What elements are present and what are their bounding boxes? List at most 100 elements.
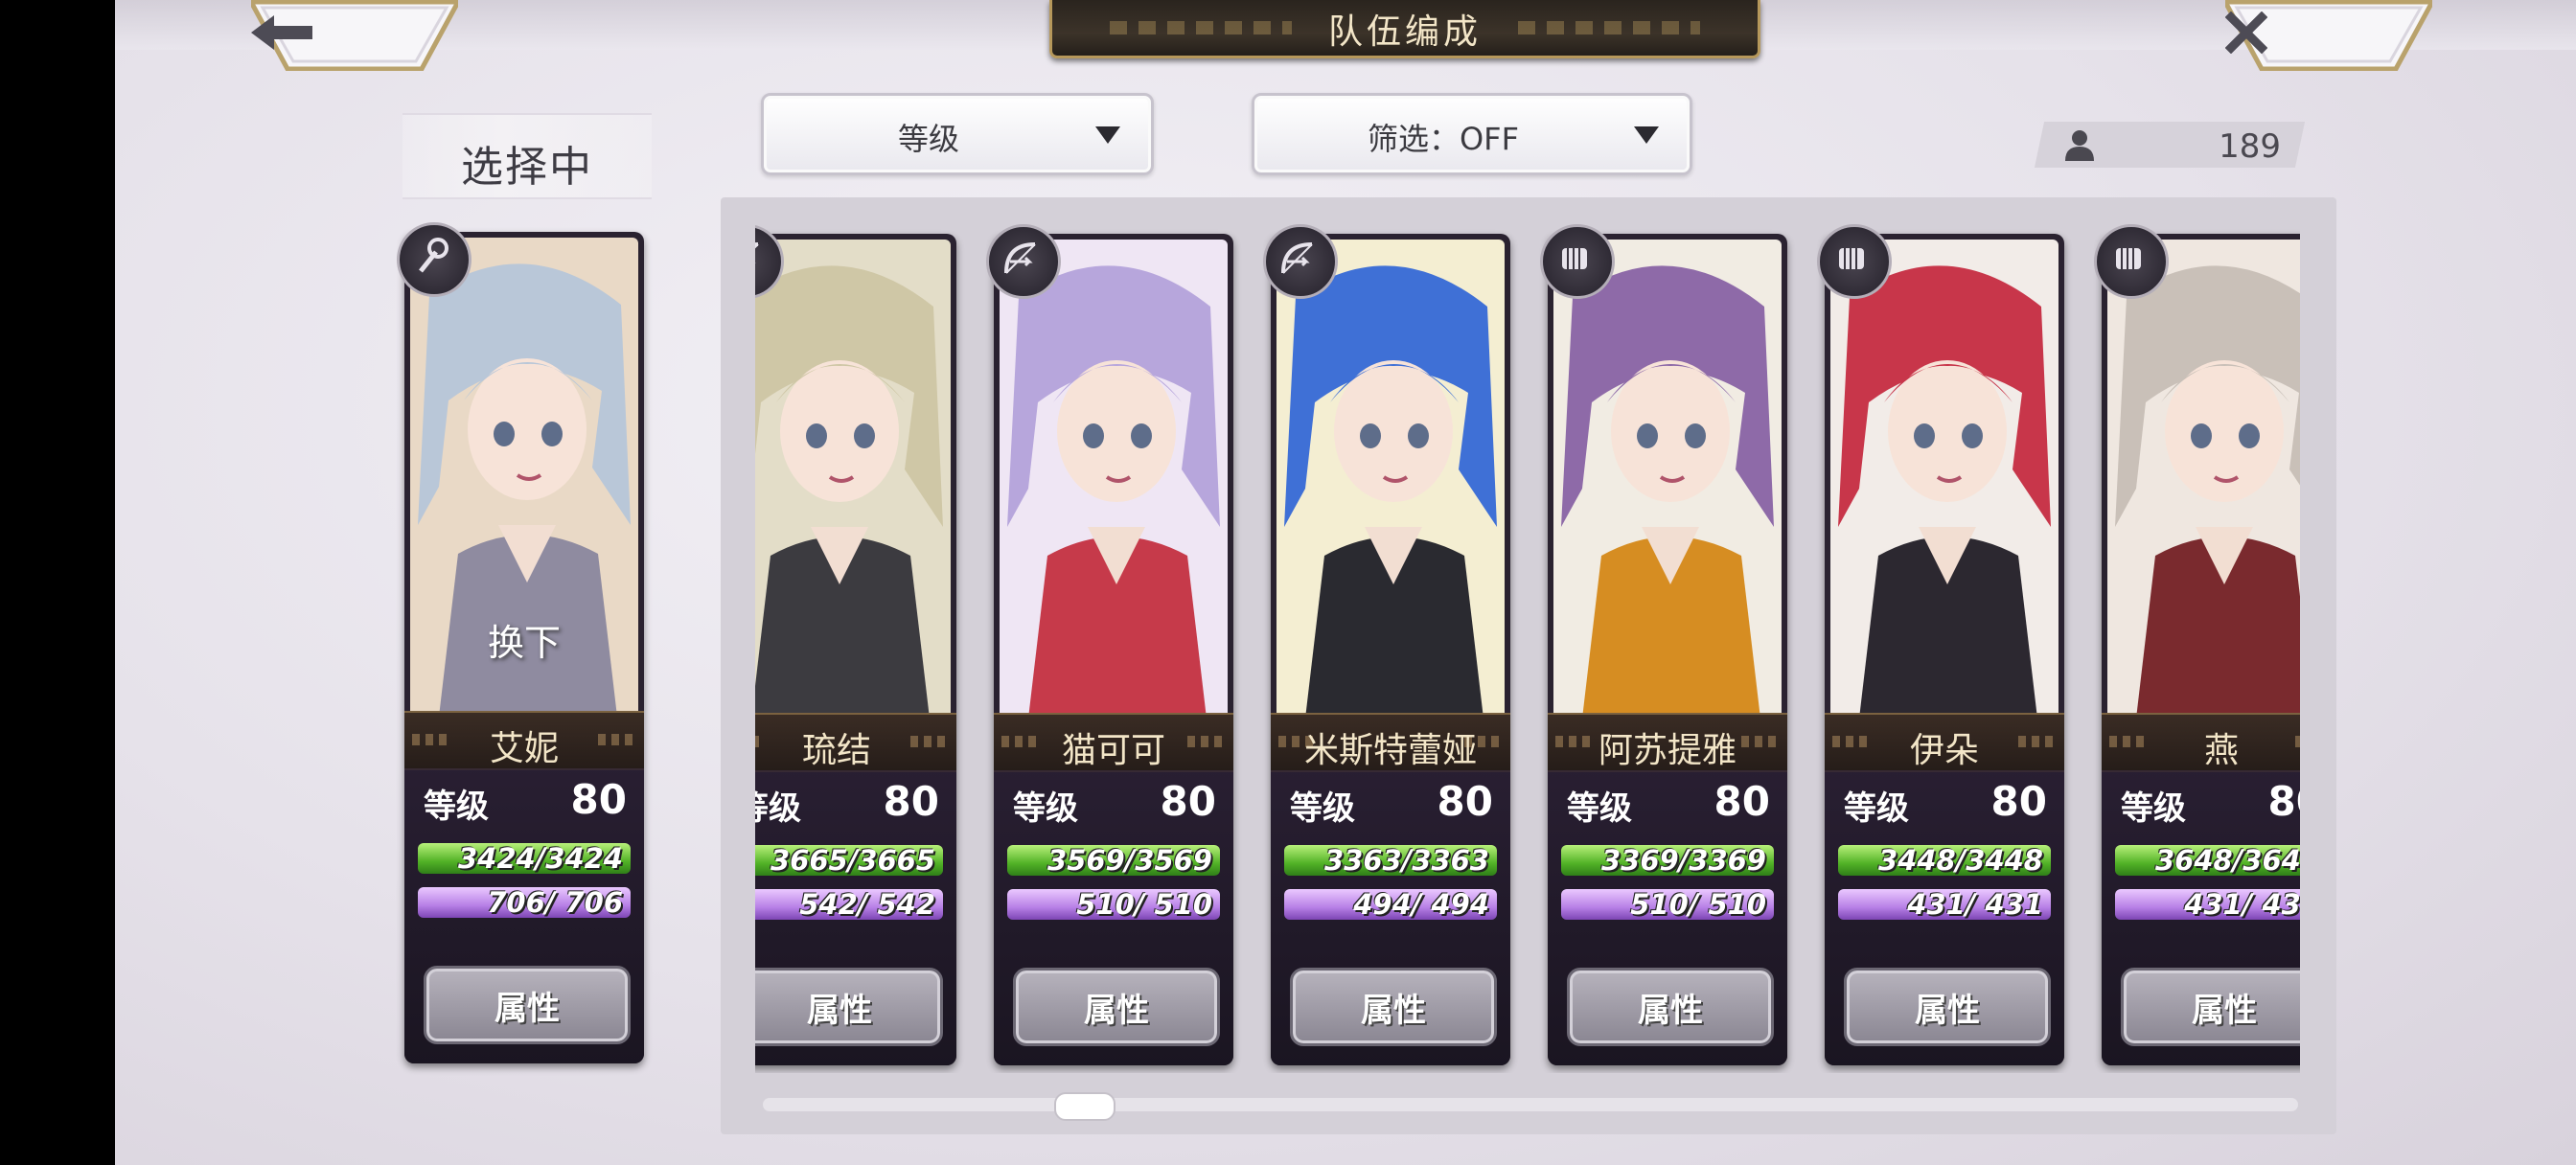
level-label: 等级: [424, 788, 489, 826]
selected-label-text: 选择中: [461, 143, 593, 192]
mp-bar: 510/ 510: [1561, 889, 1774, 920]
card-frame: 伊朵 等级 80 3448/3448 431/ 431 属性: [1825, 234, 2064, 1065]
hp-text: 3424/3424: [457, 843, 623, 874]
level-label: 等级: [1844, 789, 1909, 828]
attribute-button-label: 属性: [807, 992, 872, 1030]
hp-text: 3569/3569: [1046, 845, 1212, 876]
roster-card[interactable]: 阿苏提雅 等级 80 3369/3369 510/ 510 属性: [1540, 224, 1787, 1065]
hp-bar: 3369/3369: [1561, 845, 1774, 876]
swap-out-label[interactable]: 换下: [404, 613, 644, 666]
roster-card[interactable]: 米斯特蕾娅 等级 80 3363/3363 494/ 494 属性: [1263, 224, 1510, 1065]
hp-bar: 3648/3648: [2115, 845, 2300, 876]
level-value: 80: [570, 776, 627, 823]
back-button[interactable]: [251, 0, 458, 71]
roster-scrollbar[interactable]: [763, 1098, 2298, 1111]
hp-text: 3448/3448: [1877, 845, 2043, 876]
level-label: 等级: [1013, 789, 1078, 828]
mp-text: 542/ 542: [790, 889, 935, 920]
level-value: 80: [1714, 778, 1770, 825]
selected-character-card[interactable]: 艾妮 等级 80 3424/3424 706/ 706 属性 换下: [397, 222, 644, 1063]
attribute-button[interactable]: 属性: [755, 968, 943, 1046]
chevron-down-icon: [1634, 126, 1659, 144]
name-bar: 米斯特蕾娅: [1271, 713, 1510, 772]
mp-text: 510/ 510: [1067, 889, 1212, 920]
page-title: 队伍编成: [1327, 12, 1482, 52]
attribute-button[interactable]: 属性: [1844, 968, 2051, 1046]
hp-bar: 3424/3424: [418, 843, 631, 874]
character-portrait: [1830, 240, 2058, 719]
name-bar: 阿苏提雅: [1548, 713, 1787, 772]
hp-bar: 3569/3569: [1007, 845, 1220, 876]
title-plate: 队伍编成: [1049, 0, 1760, 58]
attribute-button-label: 属性: [1361, 992, 1426, 1030]
mp-bar: 431/ 431: [2115, 889, 2300, 920]
mp-text: 706/ 706: [477, 887, 623, 918]
unit-count: 189: [2219, 127, 2281, 166]
level-value: 80: [1990, 778, 2047, 825]
roster-list[interactable]: 琉结 等级 80 3665/3665 542/ 542 属性 猫可可 等级 80…: [755, 222, 2300, 1073]
character-portrait: [755, 240, 951, 719]
level-value: 80: [883, 778, 939, 825]
card-frame: 阿苏提雅 等级 80 3369/3369 510/ 510 属性: [1548, 234, 1787, 1065]
bow-icon: [986, 224, 1061, 299]
name-bar: 猫可可: [994, 713, 1233, 772]
roster-card[interactable]: 琉结 等级 80 3665/3665 542/ 542 属性: [755, 224, 956, 1065]
selected-label: 选择中: [402, 113, 652, 199]
mp-text: 494/ 494: [1344, 889, 1489, 920]
attribute-button[interactable]: 属性: [1290, 968, 1497, 1046]
sort-dropdown-value: 等级: [897, 121, 959, 157]
roster-card[interactable]: 燕 等级 80 3648/3648 431/ 431 属性: [2094, 224, 2300, 1065]
close-button[interactable]: [2225, 0, 2432, 71]
hp-text: 3369/3369: [1600, 845, 1766, 876]
roster-card[interactable]: 伊朵 等级 80 3448/3448 431/ 431 属性: [1817, 224, 2064, 1065]
level-value: 80: [1160, 778, 1216, 825]
staff-icon: [397, 222, 472, 297]
attribute-button-label: 属性: [1915, 992, 1980, 1030]
hp-bar: 3665/3665: [755, 845, 943, 876]
attribute-button[interactable]: 属性: [1013, 968, 1220, 1046]
game-screen: 队伍编成 选择中 等级 筛选：OFF 189 琉结 等级 80 3665/366…: [115, 0, 2576, 1165]
filter-dropdown-value: 筛选：OFF: [1367, 121, 1519, 157]
mp-bar: 494/ 494: [1284, 889, 1497, 920]
fist-icon: [2094, 224, 2169, 299]
character-name: 猫可可: [1061, 731, 1165, 770]
mp-text: 431/ 431: [2184, 889, 2300, 920]
mp-bar: 431/ 431: [1838, 889, 2051, 920]
level-label: 等级: [1290, 789, 1355, 828]
attribute-button-label: 属性: [494, 990, 560, 1028]
character-name: 伊朵: [1909, 731, 1979, 770]
hp-bar: 3448/3448: [1838, 845, 2051, 876]
hp-text: 3648/3648: [2154, 845, 2300, 876]
chevron-down-icon: [1095, 126, 1120, 144]
level-label: 等级: [755, 789, 801, 828]
card-frame: 艾妮 等级 80 3424/3424 706/ 706 属性 换下: [404, 232, 644, 1063]
name-bar: 艾妮: [404, 711, 644, 770]
name-bar: 琉结: [755, 713, 956, 772]
card-frame: 猫可可 等级 80 3569/3569 510/ 510 属性: [994, 234, 1233, 1065]
hp-text: 3363/3363: [1323, 845, 1489, 876]
hp-bar: 3363/3363: [1284, 845, 1497, 876]
roster-card[interactable]: 猫可可 等级 80 3569/3569 510/ 510 属性: [986, 224, 1233, 1065]
card-frame: 琉结 等级 80 3665/3665 542/ 542 属性: [755, 234, 956, 1065]
person-icon: [2065, 130, 2094, 161]
character-portrait: [1276, 240, 1505, 719]
roster-scroll-thumb[interactable]: [1054, 1092, 1116, 1121]
card-frame: 燕 等级 80 3648/3648 431/ 431 属性: [2102, 234, 2300, 1065]
attribute-button[interactable]: 属性: [424, 966, 631, 1044]
name-bar: 燕: [2102, 713, 2300, 772]
sort-dropdown[interactable]: 等级: [761, 93, 1154, 175]
character-portrait: [2107, 240, 2300, 719]
character-name: 阿苏提雅: [1598, 731, 1736, 770]
attribute-button-label: 属性: [2192, 992, 2257, 1030]
level-label: 等级: [1567, 789, 1632, 828]
attribute-button[interactable]: 属性: [1567, 968, 1774, 1046]
character-portrait: [1553, 240, 1782, 719]
attribute-button-label: 属性: [1638, 992, 1703, 1030]
fist-icon: [1540, 224, 1615, 299]
attribute-button[interactable]: 属性: [2121, 968, 2300, 1046]
level-label: 等级: [2121, 789, 2186, 828]
filter-dropdown[interactable]: 筛选：OFF: [1252, 93, 1692, 175]
hp-text: 3665/3665: [770, 845, 935, 876]
attribute-button-label: 属性: [1084, 992, 1149, 1030]
bow-icon: [1263, 224, 1338, 299]
